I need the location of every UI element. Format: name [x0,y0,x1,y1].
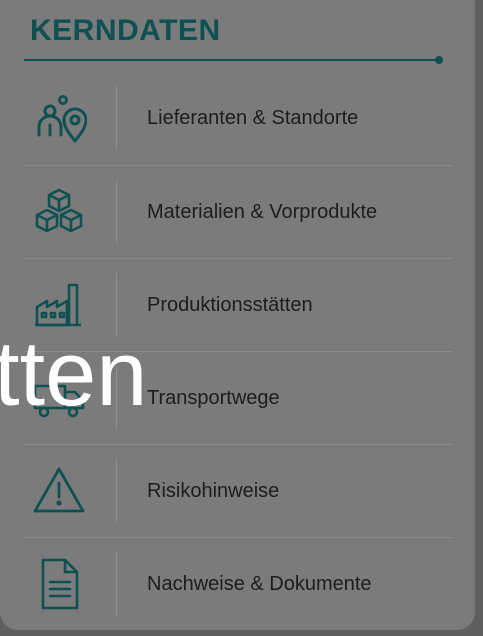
item-separator [116,180,117,244]
title-divider [24,59,440,61]
list-item-label: Risikohinweise [147,479,280,502]
list-item-risk-notes[interactable]: Risikohinweise [24,444,452,537]
list-item-materials[interactable]: Materialien & Vorprodukte [24,165,452,258]
title-divider-dot [435,56,443,64]
list-item-suppliers-locations[interactable]: Lieferanten & Standorte [24,72,452,165]
overlay-caption: tten [0,323,148,425]
warning-triangle-icon [24,456,94,526]
item-separator [116,552,117,616]
item-separator [116,86,117,150]
panel-title: KERNDATEN [30,14,221,47]
list-item-label: Materialien & Vorprodukte [147,200,378,223]
list-item-label: Lieferanten & Standorte [147,107,359,129]
core-data-panel: KERNDATEN Lieferanten & Standorte Materi… [0,0,475,630]
list-item-documents[interactable]: Nachweise & Dokumente [24,537,452,630]
list-item-label: Transportwege [147,386,280,409]
item-separator [116,459,117,523]
list-item-label: Nachweise & Dokumente [147,572,372,595]
document-icon [24,549,94,619]
list-item-label: Produktionsstätten [147,293,313,316]
people-location-icon [24,84,94,154]
boxes-icon [24,177,94,247]
